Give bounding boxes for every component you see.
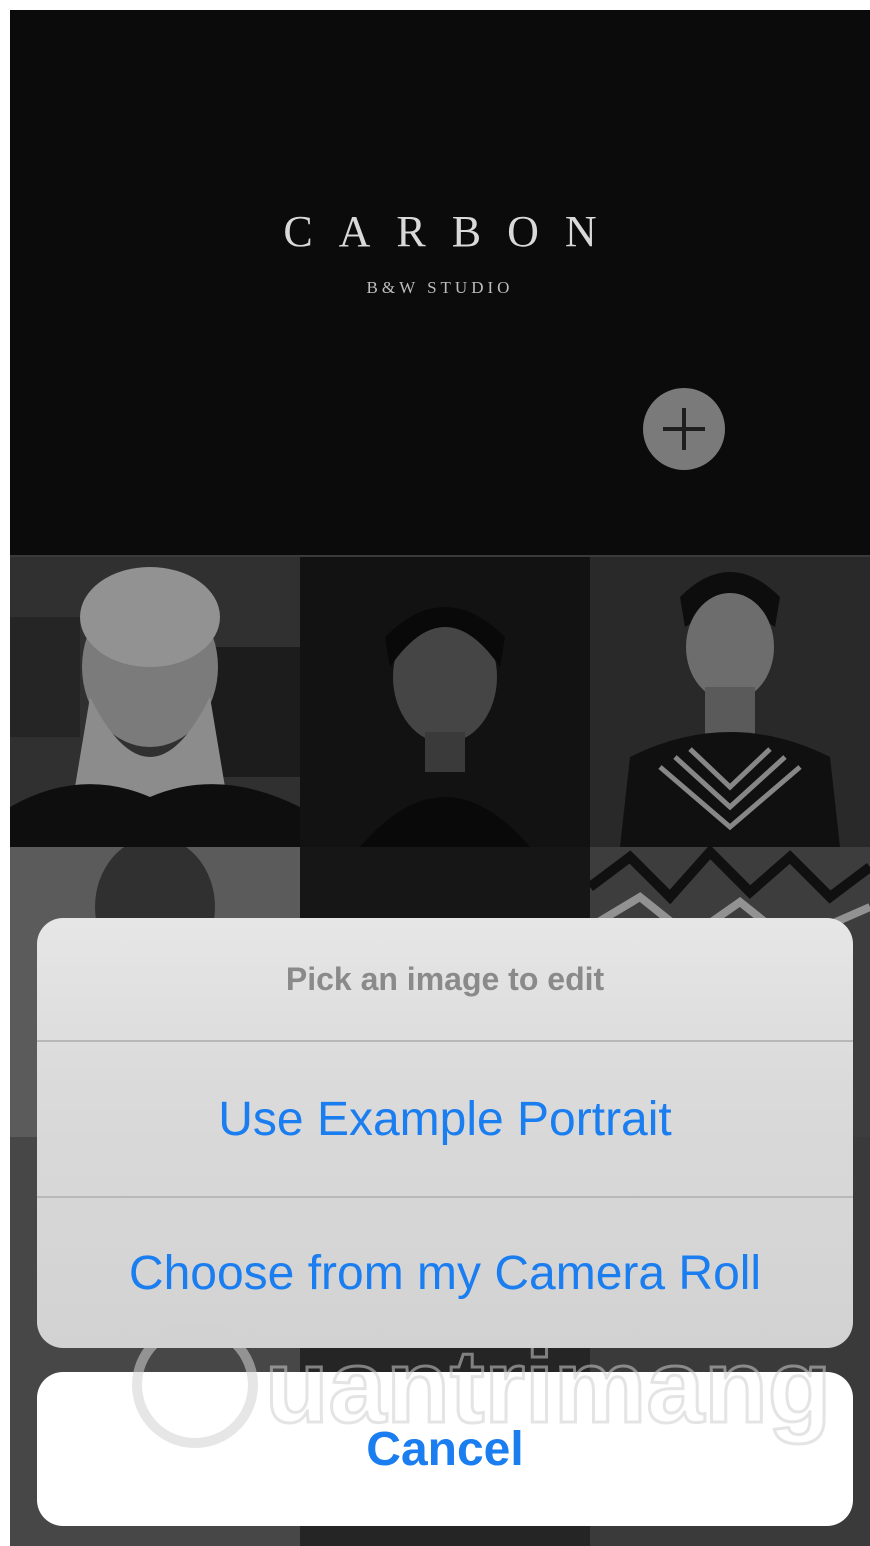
gallery-tile-woman[interactable] (300, 557, 590, 847)
portrait-image (300, 557, 590, 847)
portrait-image (590, 557, 870, 847)
choose-camera-roll-button[interactable]: Choose from my Camera Roll (37, 1198, 853, 1348)
action-sheet-title: Pick an image to edit (37, 918, 853, 1042)
gallery-tile-bodypaint[interactable] (590, 557, 870, 847)
gallery-tile-bearded-man[interactable] (10, 557, 300, 847)
app-header: CARBON B&W STUDIO (10, 10, 870, 557)
plus-icon (663, 408, 705, 450)
brand-title: CARBON (283, 207, 623, 256)
brand-subtitle: B&W STUDIO (366, 278, 514, 297)
add-image-button[interactable] (643, 388, 725, 470)
action-sheet: Pick an image to edit Use Example Portra… (37, 918, 853, 1348)
use-example-portrait-button[interactable]: Use Example Portrait (37, 1042, 853, 1198)
portrait-image (10, 557, 300, 847)
app-screen: CARBON B&W STUDIO Pick an image to edit … (10, 10, 870, 1546)
cancel-button[interactable]: Cancel (37, 1372, 853, 1526)
